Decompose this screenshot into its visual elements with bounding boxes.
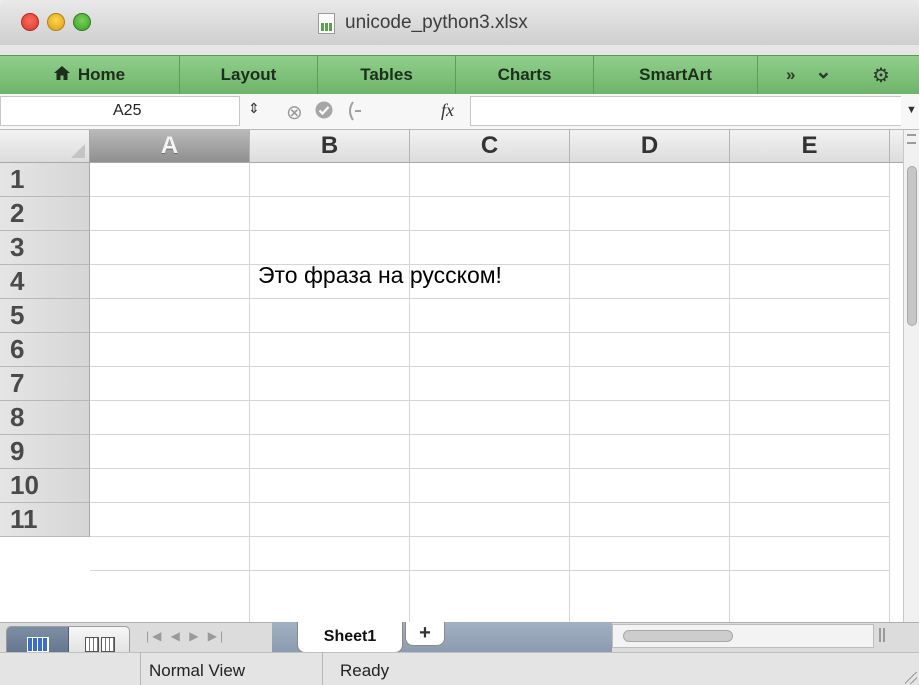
- title-bar: unicode_python3.xlsx: [0, 0, 919, 45]
- row-header-1[interactable]: 1: [0, 163, 90, 197]
- name-box[interactable]: A25: [0, 96, 240, 126]
- row-header-2[interactable]: 2: [0, 197, 90, 231]
- tab-smartart-label: SmartArt: [639, 65, 712, 84]
- formula-input[interactable]: [470, 96, 901, 126]
- add-sheet-button[interactable]: +: [405, 622, 445, 646]
- window-title: unicode_python3.xlsx: [345, 12, 528, 33]
- column-header-b[interactable]: B: [250, 130, 410, 163]
- tab-layout-label: Layout: [220, 65, 277, 84]
- horizontal-scrollbar[interactable]: [612, 624, 874, 648]
- status-view-mode: Normal View: [140, 652, 323, 685]
- column-header-a[interactable]: A: [90, 130, 250, 163]
- row-header-10[interactable]: 10: [0, 469, 90, 503]
- gridline: [889, 163, 890, 622]
- sheet-tab-sheet1[interactable]: Sheet1: [297, 622, 403, 653]
- formula-expand-icon[interactable]: ▼: [906, 104, 917, 116]
- sheet-nav-arrows-icon[interactable]: |◀ ◀ ▶ ▶|: [146, 626, 271, 646]
- worksheet-grid[interactable]: A B C D E 1 2 3 4 5 6 7 8 9 10 11 Это фр…: [0, 130, 903, 622]
- row-header-6[interactable]: 6: [0, 333, 90, 367]
- gridline: [90, 332, 890, 333]
- horizontal-scroll-thumb[interactable]: [623, 630, 733, 642]
- resize-grip-icon[interactable]: [905, 672, 917, 684]
- gridline: [90, 502, 890, 503]
- row-header-11[interactable]: 11: [0, 503, 90, 537]
- cell-b3[interactable]: Это фраза на русском!: [258, 262, 502, 289]
- ribbon-menu-chevron-icon[interactable]: ⌄: [815, 52, 832, 90]
- gridline: [729, 163, 730, 622]
- gridline: [90, 570, 890, 571]
- tab-tables-label: Tables: [360, 65, 413, 84]
- page-layout-icon: [84, 636, 99, 652]
- gridline: [90, 536, 890, 537]
- gridline: [409, 163, 410, 622]
- column-header-d[interactable]: D: [570, 130, 730, 163]
- excel-window: unicode_python3.xlsx Home Layout Tables …: [0, 0, 919, 685]
- name-box-stepper-icon[interactable]: ⇕: [248, 100, 260, 117]
- minimize-window-button[interactable]: [47, 13, 65, 31]
- row-header-4[interactable]: 4: [0, 265, 90, 299]
- normal-view-icon: [26, 636, 49, 652]
- vertical-scrollbar[interactable]: [903, 130, 919, 622]
- gridline: [569, 163, 570, 622]
- tab-layout[interactable]: Layout: [180, 56, 318, 94]
- column-header-f-partial[interactable]: [890, 130, 903, 163]
- gridline: [90, 400, 890, 401]
- split-handle-icon[interactable]: [907, 134, 916, 144]
- gridline: [90, 366, 890, 367]
- gridline: [249, 163, 250, 622]
- column-header-e[interactable]: E: [730, 130, 890, 163]
- select-all-corner[interactable]: [0, 130, 90, 163]
- gridline: [90, 196, 890, 197]
- formula-paren-icon: [344, 100, 366, 128]
- home-icon: [53, 66, 70, 84]
- close-window-button[interactable]: [21, 13, 39, 31]
- horizontal-split-handle-icon[interactable]: [879, 628, 885, 642]
- cancel-entry-icon[interactable]: ⊗: [286, 100, 303, 125]
- status-bar: [0, 652, 919, 685]
- gear-icon[interactable]: ⚙: [872, 56, 890, 94]
- tab-tables[interactable]: Tables: [318, 56, 456, 94]
- column-header-c[interactable]: C: [410, 130, 570, 163]
- formula-bar: A25 ⇕ ⊗ fx ▼: [0, 94, 919, 130]
- xlsx-document-icon: [318, 12, 335, 34]
- more-tabs-icon[interactable]: »: [786, 56, 795, 94]
- tab-home-label: Home: [77, 65, 126, 84]
- gridline: [90, 298, 890, 299]
- status-ready: Ready: [340, 661, 390, 680]
- tab-charts-label: Charts: [497, 65, 552, 84]
- row-header-5[interactable]: 5: [0, 299, 90, 333]
- confirm-entry-icon[interactable]: [314, 100, 334, 126]
- vertical-scroll-thumb[interactable]: [907, 166, 917, 326]
- tab-home[interactable]: Home: [0, 56, 180, 94]
- tab-smartart[interactable]: SmartArt: [594, 56, 758, 94]
- ribbon-tab-bar: Home Layout Tables Charts SmartArt » ⌄ ⚙: [0, 55, 919, 95]
- gridline: [90, 230, 890, 231]
- zoom-window-button[interactable]: [73, 13, 91, 31]
- gridline: [90, 434, 890, 435]
- tab-charts[interactable]: Charts: [456, 56, 594, 94]
- row-header-8[interactable]: 8: [0, 401, 90, 435]
- title-group: unicode_python3.xlsx: [318, 10, 528, 36]
- gridline: [90, 468, 890, 469]
- row-header-3[interactable]: 3: [0, 231, 90, 265]
- insert-function-icon[interactable]: fx: [441, 100, 454, 121]
- row-header-7[interactable]: 7: [0, 367, 90, 401]
- page-layout-icon: [100, 636, 115, 652]
- row-header-9[interactable]: 9: [0, 435, 90, 469]
